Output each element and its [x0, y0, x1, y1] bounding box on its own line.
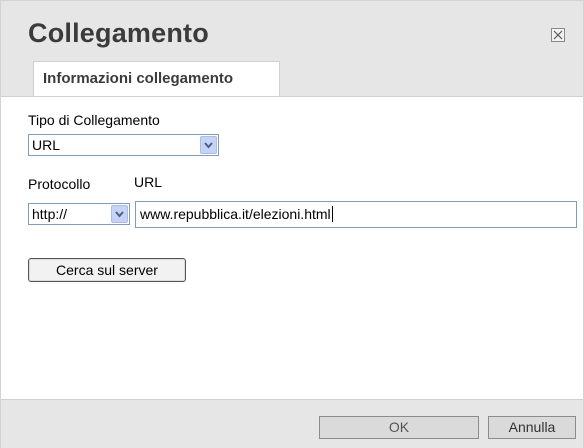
close-icon[interactable] — [551, 28, 565, 42]
link-type-value: URL — [32, 137, 61, 153]
link-type-label: Tipo di Collegamento — [28, 112, 160, 128]
dialog-header: Collegamento Informazioni collegamento — [1, 1, 583, 97]
url-label: URL — [134, 174, 163, 190]
chevron-down-icon[interactable] — [200, 136, 217, 154]
chevron-down-icon[interactable] — [111, 205, 128, 223]
link-dialog: Collegamento Informazioni collegamento T… — [0, 0, 584, 448]
tab-link-info[interactable]: Informazioni collegamento — [33, 61, 280, 96]
cancel-button[interactable]: Annulla — [488, 416, 576, 439]
protocol-value: http:// — [32, 206, 68, 222]
protocol-label: Protocollo — [28, 176, 91, 192]
url-value: www.repubblica.it/elezioni.html — [140, 206, 331, 222]
dialog-title: Collegamento — [28, 18, 209, 48]
link-type-select[interactable]: URL — [28, 134, 219, 156]
browse-server-button[interactable]: Cerca sul server — [28, 258, 186, 282]
text-caret — [331, 206, 333, 222]
ok-button[interactable]: OK — [319, 416, 479, 439]
url-input[interactable]: www.repubblica.it/elezioni.html — [135, 201, 577, 228]
protocol-select[interactable]: http:// — [28, 203, 130, 225]
